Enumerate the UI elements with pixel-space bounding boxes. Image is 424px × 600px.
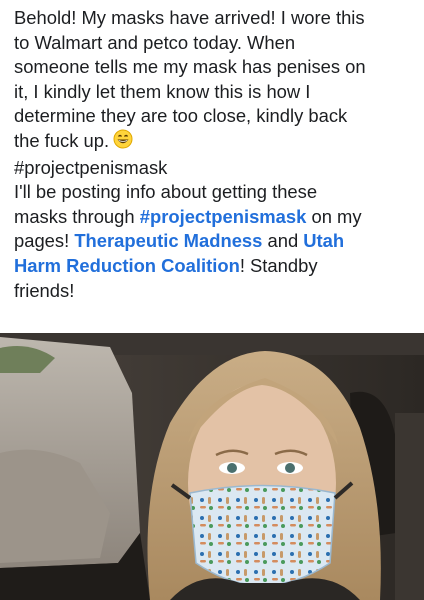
post-line-8: I'll be posting info about getting these	[14, 181, 318, 203]
page-link-therapeutic-madness[interactable]: Therapeutic Madness	[74, 230, 262, 251]
post-line-10-and: and	[262, 230, 304, 252]
post-line-5: determine they are too close, kindly bac…	[14, 105, 348, 127]
post-line-9-post: on my	[306, 205, 362, 227]
post-line-1: Behold! My masks have arrived! I wore th…	[14, 7, 365, 28]
post-line-9: masks through #projectpenismask on my	[14, 205, 418, 230]
post-line-12: friends!	[14, 279, 75, 301]
page-link-harm-reduction-coalition[interactable]: Harm Reduction Coalition	[14, 255, 240, 276]
post-text: Behold! My masks have arrived! I wore th…	[14, 6, 418, 303]
hashtag-link[interactable]: #projectpenismask	[140, 206, 307, 227]
post-line-4: it, I kindly let them know this is how I	[14, 80, 311, 102]
post-line-11-post: ! Standby	[239, 254, 318, 276]
post-line-6-text: the fuck up.	[14, 130, 110, 152]
post-line-6: the fuck up.	[14, 129, 418, 156]
post-line-2: to Walmart and petco today. When	[14, 31, 296, 53]
post-line-10-pre: pages!	[14, 230, 75, 252]
post-line-3: someone tells me my mask has penises on	[14, 56, 366, 78]
post-line-11: Harm Reduction Coalition! Standby	[14, 254, 418, 279]
post-photo[interactable]	[0, 333, 424, 600]
post-line-9-pre: masks through	[14, 205, 140, 227]
photo-illustration	[0, 333, 424, 600]
page-link-utah[interactable]: Utah	[303, 230, 344, 251]
grinning-face-icon	[113, 129, 133, 156]
post-line-10: pages! Therapeutic Madness and Utah	[14, 229, 418, 254]
hashtag-projectpenismask[interactable]: #projectpenismask	[14, 156, 418, 181]
face-mask	[189, 484, 336, 587]
